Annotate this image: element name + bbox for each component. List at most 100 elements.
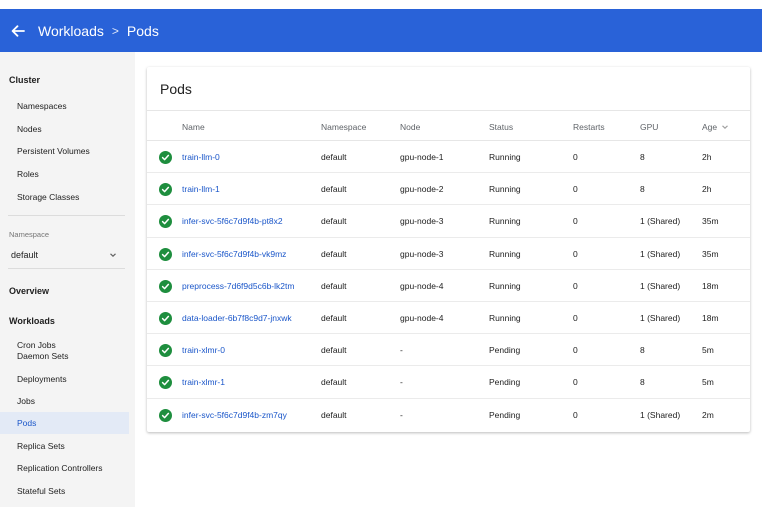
column-header-node[interactable]: Node (400, 122, 420, 132)
check-circle-icon (159, 247, 172, 261)
pod-name-link[interactable]: train-llm-1 (182, 184, 220, 194)
pod-namespace: default (321, 409, 347, 420)
pod-status: Running (489, 184, 521, 195)
pod-name-link[interactable]: train-xlmr-1 (182, 377, 225, 387)
pod-status: Running (489, 312, 521, 323)
sidebar-item-namespaces[interactable]: Namespaces (0, 101, 129, 112)
pod-namespace: default (321, 312, 347, 323)
column-header-gpu[interactable]: GPU (640, 122, 658, 132)
sidebar-item-jobs[interactable]: Jobs (0, 396, 129, 407)
sidebar-item-pods[interactable]: Pods (0, 412, 129, 434)
pod-age: 35m (702, 248, 719, 259)
pod-node: gpu-node-3 (400, 248, 444, 259)
sidebar-item-persistent-volumes[interactable]: Persistent Volumes (0, 146, 129, 157)
pod-restarts: 0 (573, 152, 578, 162)
pod-age: 2h (702, 184, 712, 195)
table-row: train-llm-0 default gpu-node-1 Running 0… (147, 141, 750, 174)
pods-card: Pods Name Namespace Node Status Restarts… (147, 67, 750, 432)
table-row: data-loader-6b7f8c9d7-jnxwk default gpu-… (147, 302, 750, 335)
table-row: preprocess-7d6f9d5c6b-lk2tm default gpu-… (147, 270, 750, 302)
pod-status: Pending (489, 377, 521, 388)
arrow-left-icon (11, 24, 25, 37)
pod-gpu: 1 (Shared) (640, 312, 681, 323)
pod-status: Running (489, 152, 521, 162)
pod-restarts: 0 (573, 409, 578, 420)
sidebar-divider (8, 268, 125, 269)
column-header-name[interactable]: Name (182, 122, 205, 132)
back-button[interactable] (8, 21, 28, 41)
check-circle-icon (159, 183, 172, 197)
column-header-namespace[interactable]: Namespace (321, 122, 366, 132)
pod-node: gpu-node-4 (400, 312, 444, 323)
sidebar-section-cluster: Cluster (9, 75, 41, 85)
namespace-select[interactable]: default (11, 247, 119, 269)
table-body: train-llm-0 default gpu-node-1 Running 0… (147, 141, 750, 431)
sidebar-item-nodes[interactable]: Nodes (0, 124, 129, 135)
pod-gpu: 1 (Shared) (640, 216, 681, 227)
pod-name-link[interactable]: data-loader-6b7f8c9d7-jnxwk (182, 313, 292, 323)
sidebar-item-stateful-sets[interactable]: Stateful Sets (0, 486, 129, 497)
pod-restarts: 0 (573, 377, 578, 388)
namespace-value: default (11, 250, 39, 260)
check-circle-icon (159, 408, 172, 422)
pod-namespace: default (321, 345, 347, 356)
sidebar-item-cron-jobs[interactable]: Cron Jobs (0, 340, 129, 351)
column-header-age[interactable]: Age (702, 122, 717, 132)
table-row: infer-svc-5f6c7d9f4b-zm7qy default - Pen… (147, 399, 750, 431)
pod-gpu: 1 (Shared) (640, 409, 681, 420)
pod-namespace: default (321, 248, 347, 259)
pod-status: Running (489, 280, 521, 291)
pod-namespace: default (321, 184, 347, 195)
pod-gpu: 8 (640, 184, 645, 195)
pod-restarts: 0 (573, 216, 578, 227)
pod-gpu: 8 (640, 377, 645, 388)
column-header-restarts[interactable]: Restarts (573, 122, 605, 132)
sidebar-item-storage-classes[interactable]: Storage Classes (0, 192, 129, 203)
pod-restarts: 0 (573, 184, 578, 195)
pod-status: Pending (489, 409, 521, 420)
pod-namespace: default (321, 152, 347, 162)
pod-age: 5m (702, 377, 714, 388)
pod-restarts: 0 (573, 248, 578, 259)
sidebar-item-deployments[interactable]: Deployments (0, 374, 129, 385)
pod-node: - (400, 377, 403, 388)
pod-namespace: default (321, 216, 347, 227)
breadcrumb-workloads[interactable]: Workloads (38, 23, 104, 39)
check-circle-icon (159, 376, 172, 390)
pod-node: gpu-node-3 (400, 216, 444, 227)
app-bar: Workloads > Pods (0, 9, 762, 52)
chevron-down-icon (110, 253, 116, 258)
table-row: train-xlmr-1 default - Pending 0 8 5m (147, 366, 750, 399)
sidebar-item-overview[interactable]: Overview (9, 286, 49, 296)
column-header-status[interactable]: Status (489, 122, 513, 132)
pod-namespace: default (321, 280, 347, 291)
sidebar-item-replica-sets[interactable]: Replica Sets (0, 441, 129, 452)
pod-status: Pending (489, 345, 521, 356)
pod-name-link[interactable]: infer-svc-5f6c7d9f4b-vk9mz (182, 249, 286, 259)
pod-age: 35m (702, 216, 719, 227)
pod-namespace: default (321, 377, 347, 388)
pod-name-link[interactable]: infer-svc-5f6c7d9f4b-zm7qy (182, 410, 287, 420)
chevron-down-icon[interactable] (721, 123, 729, 131)
check-circle-icon (159, 279, 172, 293)
pod-name-link[interactable]: train-llm-0 (182, 152, 220, 162)
pod-age: 18m (702, 280, 719, 291)
sidebar-item-replication-controllers[interactable]: Replication Controllers (0, 463, 129, 474)
sidebar-item-daemon-sets[interactable]: Daemon Sets (0, 351, 129, 362)
table-header: Name Namespace Node Status Restarts GPU … (147, 110, 750, 141)
table-row: train-xlmr-0 default - Pending 0 8 5m (147, 334, 750, 367)
pod-node: gpu-node-4 (400, 280, 444, 291)
pod-status: Running (489, 216, 521, 227)
pod-gpu: 8 (640, 152, 645, 162)
table-row: train-llm-1 default gpu-node-2 Running 0… (147, 173, 750, 206)
pod-node: gpu-node-2 (400, 184, 444, 195)
pod-name-link[interactable]: preprocess-7d6f9d5c6b-lk2tm (182, 281, 294, 291)
pod-node: - (400, 345, 403, 356)
pod-name-link[interactable]: infer-svc-5f6c7d9f4b-pt8x2 (182, 216, 283, 226)
card-title: Pods (160, 81, 192, 97)
pod-name-link[interactable]: train-xlmr-0 (182, 345, 225, 355)
check-circle-icon (159, 215, 172, 229)
table-row: infer-svc-5f6c7d9f4b-pt8x2 default gpu-n… (147, 205, 750, 238)
sidebar-item-roles[interactable]: Roles (0, 169, 129, 180)
pod-status: Running (489, 248, 521, 259)
